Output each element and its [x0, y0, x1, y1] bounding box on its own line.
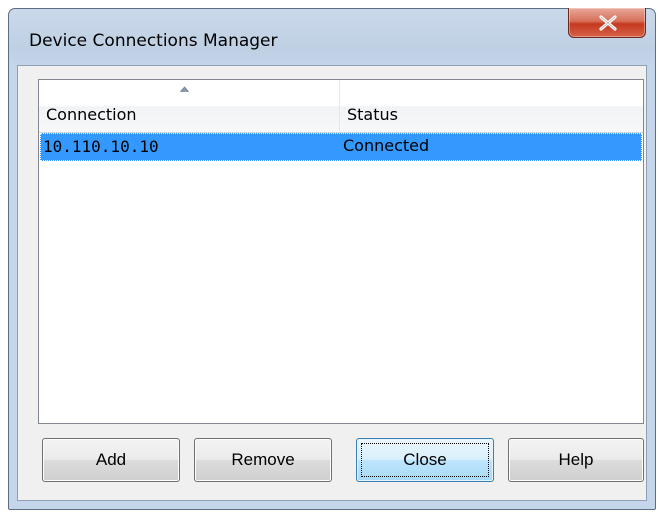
- list-header: Connection Status: [39, 80, 643, 133]
- list-row-selected[interactable]: 10.110.10.10 Connected: [40, 133, 642, 161]
- help-button[interactable]: Help: [508, 438, 644, 482]
- remove-button[interactable]: Remove: [194, 438, 332, 482]
- cell-status: Connected: [343, 136, 430, 155]
- help-button-label: Help: [558, 450, 594, 469]
- cell-connection: 10.110.10.10: [43, 137, 159, 156]
- close-x-icon: [599, 15, 617, 31]
- window-title: Device Connections Manager: [29, 31, 278, 51]
- connections-list[interactable]: Connection Status 10.110.10.10 Connected: [38, 79, 644, 424]
- column-label-status: Status: [347, 105, 398, 124]
- dialog-client-area: Connection Status 10.110.10.10 Connected…: [17, 65, 647, 501]
- close-button[interactable]: Close: [356, 438, 494, 482]
- column-header-connection[interactable]: Connection: [39, 80, 340, 132]
- column-label-connection: Connection: [46, 105, 137, 124]
- window-close-button[interactable]: [568, 8, 646, 38]
- sort-ascending-icon: [180, 86, 189, 92]
- add-button[interactable]: Add: [42, 438, 180, 482]
- column-header-status[interactable]: Status: [340, 80, 643, 132]
- remove-button-label: Remove: [231, 450, 295, 469]
- add-button-label: Add: [95, 450, 127, 469]
- focus-rectangle: [361, 443, 489, 477]
- dialog-window: Device Connections Manager Connection St…: [8, 8, 656, 510]
